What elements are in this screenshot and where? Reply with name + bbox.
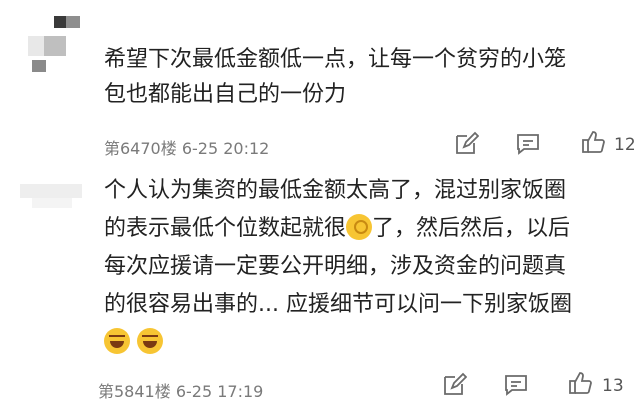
ok-hand-emoji	[346, 214, 373, 240]
edit-icon[interactable]	[441, 372, 467, 398]
comment-text: 希望下次最低金额低一点，让每一个贫穷的小笼 包也都能出自己的一份力	[104, 47, 567, 107]
comment-icon[interactable]	[503, 372, 529, 398]
like-count: 13	[602, 376, 624, 396]
laughing-emoji	[104, 328, 130, 354]
thumbs-up-icon[interactable]	[567, 370, 593, 396]
like-count: 12	[614, 135, 636, 155]
comment-meta: 第5841楼 6-25 17:19	[98, 378, 263, 402]
laughing-emoji	[137, 328, 163, 354]
comment-item: 希望下次最低金额低一点，让每一个贫穷的小笼 包也都能出自己的一份力 第6470楼…	[0, 0, 640, 170]
thumbs-up-icon[interactable]	[580, 129, 606, 155]
comment-icon[interactable]	[515, 131, 541, 157]
edit-icon[interactable]	[453, 131, 479, 157]
timestamp: 6-25 17:19	[175, 382, 264, 401]
timestamp: 6-25 20:12	[181, 139, 270, 158]
avatar[interactable]	[26, 14, 86, 74]
comment-item: 个人认为集资的最低金额太高了，混过别家饭圈 的表示最低个位数起就很 了，然后然后，…	[0, 170, 640, 406]
floor-number: 第5841楼	[98, 382, 171, 401]
floor-number: 第6470楼	[104, 139, 177, 158]
comment-text: 个人认为集资的最低金额太高了，混过别家饭圈 的表示最低个位数起就很 了，然后然后，…	[104, 172, 634, 362]
avatar[interactable]	[20, 184, 86, 244]
comment-meta: 第6470楼 6-25 20:12	[104, 135, 269, 159]
